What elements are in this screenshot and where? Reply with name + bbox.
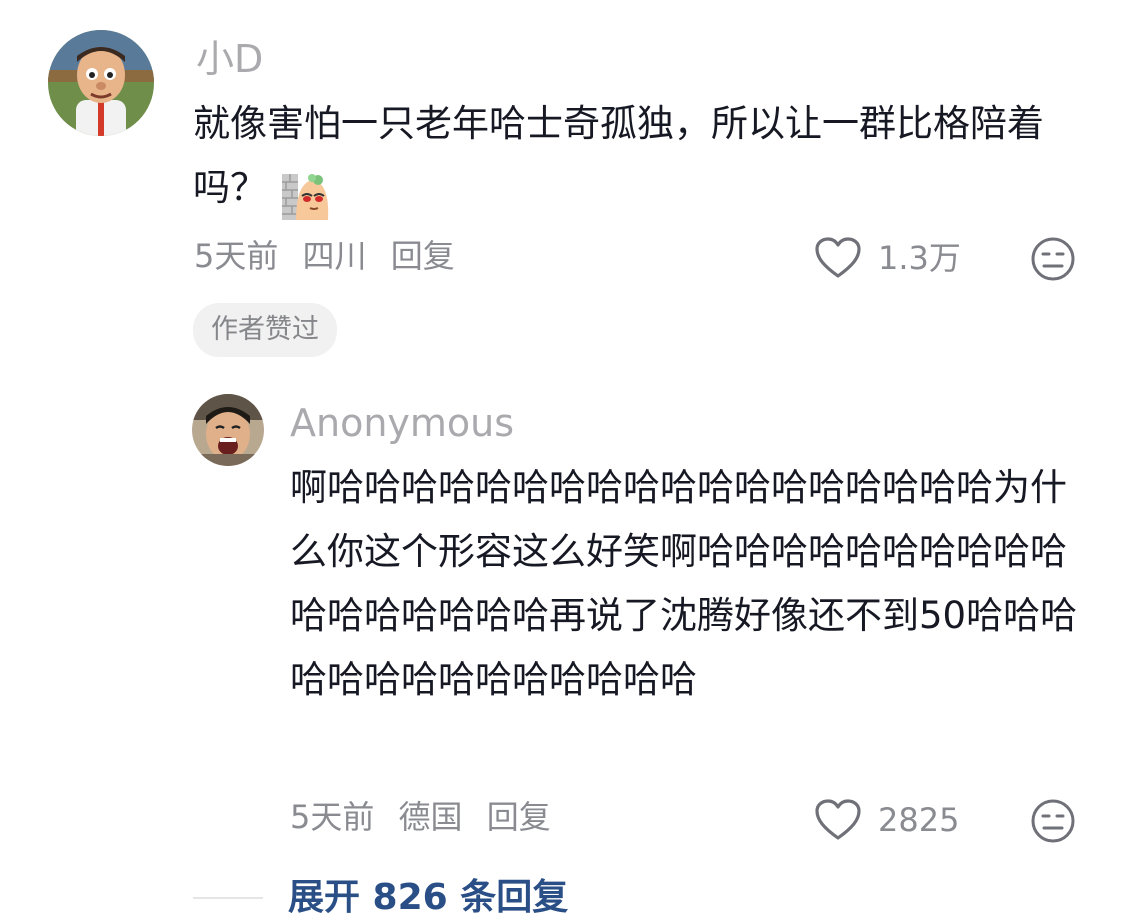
reply-reply-button[interactable]: 回复 — [487, 798, 551, 836]
reply-like-count: 2825 — [878, 801, 960, 839]
commenter-avatar[interactable] — [48, 30, 154, 136]
replies-divider — [193, 897, 263, 899]
reply-dislike-icon[interactable] — [1030, 798, 1076, 844]
commenter-username[interactable]: 小D — [196, 40, 263, 78]
comment-like-count: 1.3万 — [878, 239, 961, 277]
comment-like-group[interactable]: 1.3万 — [814, 236, 961, 280]
reply-meta: 5天前 德国 回复 — [290, 801, 565, 833]
expand-replies-button[interactable]: 展开 826 条回复 — [288, 880, 568, 916]
wall-peek-sticker-icon — [280, 170, 332, 222]
comment-meta: 5天前 四川 回复 — [194, 240, 469, 272]
author-liked-badge: 作者赞过 — [193, 303, 337, 357]
reply-text: 啊哈哈哈哈哈哈哈哈哈哈哈哈哈哈哈哈哈哈为什么你这个形容这么好笑啊哈哈哈哈哈哈哈哈… — [290, 466, 1078, 701]
reply-like-group[interactable]: 2825 — [814, 798, 959, 842]
comment-dislike-icon[interactable] — [1030, 236, 1076, 282]
comment-body: 就像害怕一只老年哈士奇孤独，所以让一群比格陪着吗？ — [193, 92, 1093, 222]
reply-time: 5天前 — [290, 798, 375, 836]
replier-username[interactable]: Anonymous — [290, 404, 514, 442]
comment-time: 5天前 — [194, 237, 279, 275]
replier-avatar[interactable] — [192, 394, 264, 466]
comment-reply-button[interactable]: 回复 — [391, 237, 455, 275]
heart-icon[interactable] — [814, 236, 862, 280]
heart-icon[interactable] — [814, 798, 862, 842]
reply-location: 德国 — [398, 798, 463, 836]
comment-location: 四川 — [302, 237, 367, 275]
